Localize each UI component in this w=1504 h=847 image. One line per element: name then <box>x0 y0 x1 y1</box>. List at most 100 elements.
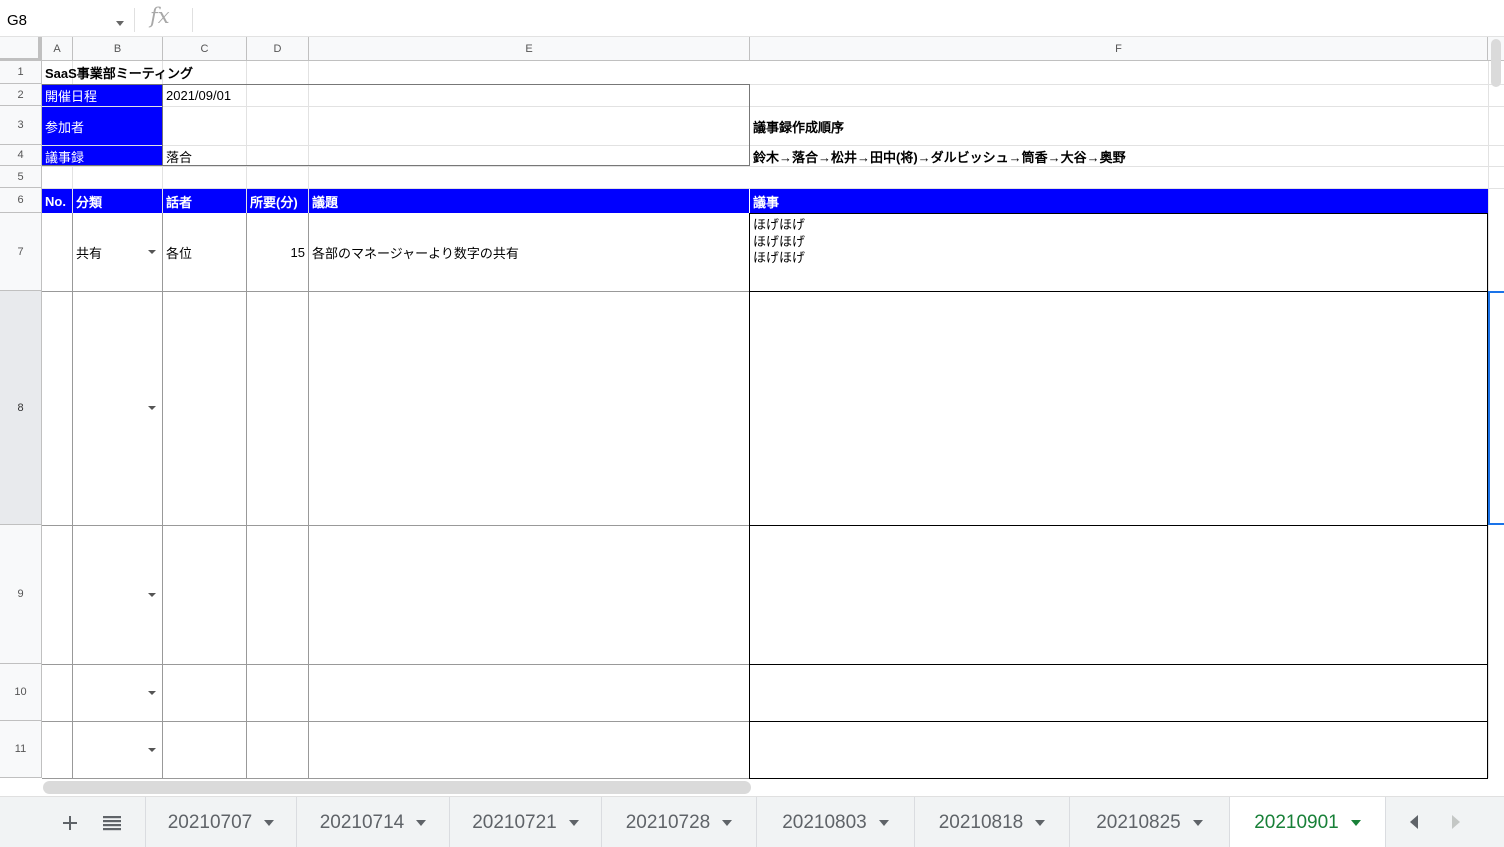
chevron-down-icon[interactable] <box>1035 819 1046 826</box>
dropdown-arrow-icon[interactable] <box>148 748 156 752</box>
column-header-c[interactable]: C <box>163 37 247 61</box>
row-header-2[interactable]: 2 <box>0 84 42 106</box>
sheet-tab-label: 20210901 <box>1254 811 1339 833</box>
chevron-down-icon[interactable] <box>878 819 889 826</box>
row-header-6[interactable]: 6 <box>0 188 42 213</box>
participants-label[interactable]: 参加者 <box>42 107 162 145</box>
cell-border <box>162 213 163 779</box>
topic-cell[interactable]: 各部のマネージャーより数字の共有 <box>309 214 749 291</box>
header-duration[interactable]: 所要(分) <box>247 189 308 213</box>
chevron-down-icon[interactable] <box>116 21 124 26</box>
plus-icon[interactable] <box>58 811 82 835</box>
scroll-tabs-left-icon[interactable] <box>1410 815 1418 829</box>
horizontal-scrollbar[interactable] <box>43 781 751 794</box>
cell-border <box>42 525 750 526</box>
divider <box>134 8 135 32</box>
fx-icon: fx <box>150 4 170 28</box>
column-header-b[interactable]: B <box>73 37 163 61</box>
sheet-tab-label: 20210818 <box>938 811 1024 833</box>
row-header-1[interactable]: 1 <box>0 61 42 84</box>
cell-border <box>42 84 750 85</box>
cell-border <box>749 778 1488 779</box>
cell-border <box>246 213 247 779</box>
minutes-taker-value[interactable]: 落合 <box>163 146 749 166</box>
cell-reference: G8 <box>7 12 28 29</box>
row-header-4[interactable]: 4 <box>0 145 42 166</box>
column-header-f[interactable]: F <box>750 37 1488 61</box>
speaker-cell[interactable]: 各位 <box>163 214 246 291</box>
minutes-order-value[interactable]: 鈴木→落合→松井→田中(将)→ダルビッシュ→筒香→大谷→奥野 <box>750 146 1488 166</box>
scrollbar-thumb[interactable] <box>1491 39 1501 87</box>
cell-border <box>42 291 750 292</box>
header-category[interactable]: 分類 <box>73 189 162 213</box>
sheet-tab-20210721[interactable]: 20210721 <box>450 797 602 847</box>
meeting-title[interactable]: SaaS事業部ミーティング <box>42 61 308 84</box>
dropdown-arrow-icon[interactable] <box>148 691 156 695</box>
cell-border <box>162 84 163 166</box>
chevron-down-icon[interactable] <box>416 819 427 826</box>
participants-value[interactable] <box>163 107 749 145</box>
chevron-down-icon[interactable] <box>1192 819 1203 826</box>
sheet-tab-20210825[interactable]: 20210825 <box>1070 797 1230 847</box>
header-topic[interactable]: 議題 <box>309 189 749 213</box>
row-header-8[interactable]: 8 <box>0 291 42 525</box>
sheet-tab-20210707[interactable]: 20210707 <box>145 797 297 847</box>
selected-cell-g8[interactable] <box>1488 291 1504 525</box>
sheet-tab-label: 20210707 <box>167 811 253 833</box>
row-header-3[interactable]: 3 <box>0 106 42 145</box>
header-notes[interactable]: 議事 <box>750 189 1488 213</box>
sheet-tab-bar: 20210707 20210714 20210721 20210728 2021… <box>0 796 1504 847</box>
cell-border <box>749 291 1488 292</box>
sheet-tab-20210728[interactable]: 20210728 <box>602 797 757 847</box>
chevron-down-icon[interactable] <box>568 819 579 826</box>
divider <box>192 8 193 32</box>
column-header-a[interactable]: A <box>42 37 73 61</box>
chevron-down-icon[interactable] <box>1350 819 1361 826</box>
minutes-taker-label[interactable]: 議事録 <box>42 146 162 166</box>
chevron-down-icon[interactable] <box>264 819 275 826</box>
sheet-tab-20210803[interactable]: 20210803 <box>757 797 915 847</box>
cell-border <box>749 721 1488 722</box>
sheet-tab-label: 20210803 <box>782 811 867 833</box>
chevron-down-icon[interactable] <box>722 819 733 826</box>
sheet-tab-20210714[interactable]: 20210714 <box>297 797 450 847</box>
scroll-tabs-right-icon[interactable] <box>1452 815 1460 829</box>
header-no[interactable]: No. <box>42 189 72 213</box>
menu-icon[interactable] <box>100 811 124 835</box>
cell-border <box>308 213 309 779</box>
row-header-5[interactable]: 5 <box>0 166 42 188</box>
sheet-tab-label: 20210721 <box>472 811 557 833</box>
vertical-scrollbar[interactable] <box>1489 37 1504 90</box>
date-label[interactable]: 開催日程 <box>42 85 162 106</box>
dropdown-arrow-icon[interactable] <box>148 406 156 410</box>
cell-border <box>749 84 750 166</box>
cell-border <box>749 213 750 779</box>
header-speaker[interactable]: 話者 <box>163 189 246 213</box>
sheet-tab-label: 20210825 <box>1096 811 1181 833</box>
column-header-e[interactable]: E <box>309 37 750 61</box>
select-all-corner[interactable] <box>0 37 42 61</box>
gridline <box>42 166 1504 167</box>
minutes-order-label[interactable]: 議事録作成順序 <box>750 107 1488 145</box>
duration-cell[interactable]: 15 <box>247 214 308 291</box>
row-header-7[interactable]: 7 <box>0 213 42 291</box>
row-header-11[interactable]: 11 <box>0 721 42 778</box>
cell-border <box>42 721 750 722</box>
dropdown-arrow-icon[interactable] <box>148 250 156 254</box>
cell-border <box>42 778 750 779</box>
cell-border <box>42 664 750 665</box>
sheet-tab-label: 20210728 <box>625 811 711 833</box>
notes-cell[interactable]: ほげほげ ほげほげ ほげほげ <box>750 214 1488 291</box>
row-header-9[interactable]: 9 <box>0 525 42 664</box>
sheet-tab-20210818[interactable]: 20210818 <box>915 797 1070 847</box>
dropdown-arrow-icon[interactable] <box>148 593 156 597</box>
column-header-d[interactable]: D <box>247 37 309 61</box>
cell-border <box>42 165 750 166</box>
cell-border <box>749 664 1488 665</box>
sheet-tab-20210901[interactable]: 20210901 <box>1230 797 1386 847</box>
date-value[interactable]: 2021/09/01 <box>163 85 749 106</box>
name-box[interactable]: G8 <box>0 4 130 34</box>
row-header-10[interactable]: 10 <box>0 664 42 721</box>
formula-bar: G8 fx <box>0 0 1504 37</box>
cell-border <box>749 525 1488 526</box>
